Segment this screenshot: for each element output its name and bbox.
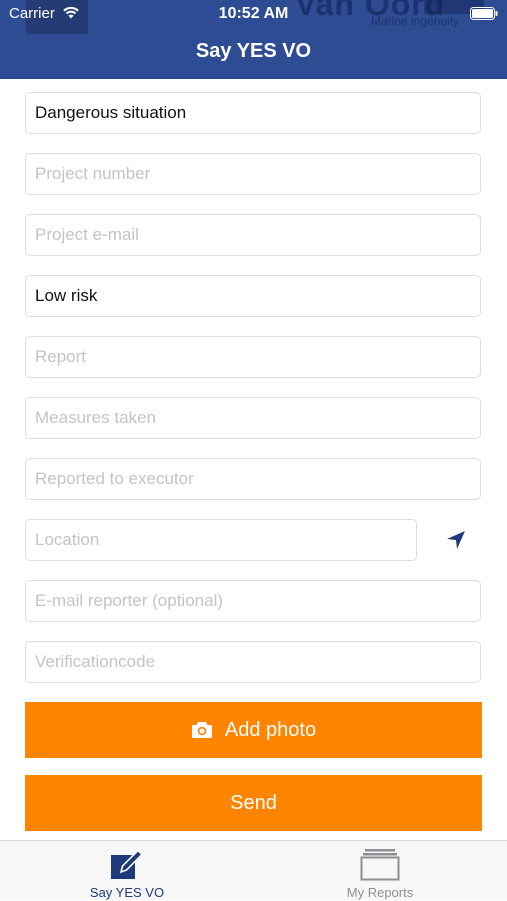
page-title: Say YES VO	[195, 40, 312, 62]
battery-icon	[470, 7, 498, 25]
navigation-header: Van Oord Marine ingenuity Carrier 10:52 …	[0, 0, 507, 79]
tab-say-yes-vo-label: Say YES VO	[89, 885, 165, 900]
add-photo-button[interactable]: Add photo	[25, 702, 482, 758]
status-bar: Carrier 10:52 AM	[0, 0, 507, 28]
status-time: 10:52 AM	[218, 5, 289, 22]
location-input[interactable]: Location	[25, 519, 417, 561]
report-input[interactable]: Report	[25, 336, 481, 378]
incident-type-select[interactable]: Dangerous situation	[25, 92, 481, 134]
tab-my-reports[interactable]: My Reports	[290, 841, 470, 901]
send-button[interactable]: Send	[25, 775, 482, 831]
add-photo-label: Add photo	[224, 718, 317, 741]
tab-bar: Say YES VO My Reports	[0, 840, 507, 900]
tab-say-yes-vo[interactable]: Say YES VO	[37, 841, 217, 901]
project-number-input[interactable]: Project number	[25, 153, 481, 195]
tab-my-reports-label: My Reports	[346, 885, 414, 900]
send-label: Send	[230, 791, 277, 814]
camera-icon	[191, 721, 213, 739]
risk-level-select[interactable]: Low risk	[25, 275, 481, 317]
edit-icon	[109, 846, 145, 887]
verification-code-input[interactable]: Verificationcode	[25, 641, 481, 683]
email-reporter-input[interactable]: E-mail reporter (optional)	[25, 580, 481, 622]
reports-icon	[360, 846, 400, 887]
location-arrow-icon[interactable]	[440, 526, 472, 554]
reported-to-executor-input[interactable]: Reported to executor	[25, 458, 481, 500]
project-email-input[interactable]: Project e-mail	[25, 214, 481, 256]
measures-taken-input[interactable]: Measures taken	[25, 397, 481, 439]
